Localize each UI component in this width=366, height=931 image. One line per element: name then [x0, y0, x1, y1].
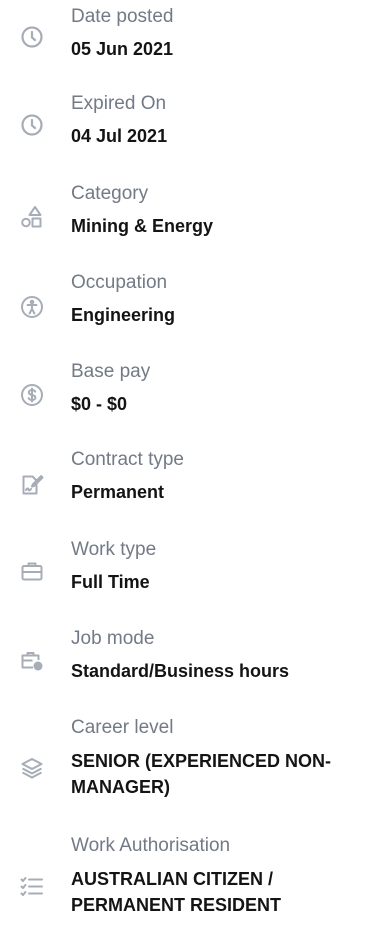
detail-label: Work type	[71, 539, 157, 560]
detail-expired-on: Expired On 04 Jul 2021	[0, 92, 366, 172]
dollar-coin-icon	[20, 383, 44, 407]
detail-base-pay: Base pay $0 - $0	[0, 360, 366, 440]
detail-label: Job mode	[71, 628, 155, 649]
detail-label: Work Authorisation	[71, 835, 231, 856]
briefcase-clock-icon	[20, 648, 44, 672]
contract-signature-icon	[20, 473, 44, 497]
job-details-list: Date posted 05 Jun 2021 Expired On 04 Ju…	[0, 0, 366, 931]
detail-work-type: Work type Full Time	[0, 538, 366, 618]
checklist-icon	[20, 875, 44, 899]
detail-value: AUSTRALIAN CITIZEN / PERMANENT RESIDENT	[71, 869, 282, 915]
detail-occupation: Occupation Engineering	[0, 271, 366, 351]
clock-icon	[20, 25, 44, 49]
briefcase-icon	[20, 559, 44, 583]
detail-work-authorisation: Work Authorisation AUSTRALIAN CITIZEN / …	[0, 834, 366, 915]
detail-category: Category Mining & Energy	[0, 182, 366, 262]
clock-icon	[20, 113, 44, 137]
accessibility-person-icon	[20, 295, 44, 319]
detail-value: SENIOR (EXPERIENCED NON-MANAGER)	[71, 751, 332, 797]
detail-label: Base pay	[71, 361, 151, 382]
detail-value: 05 Jun 2021	[71, 39, 174, 59]
detail-value: Standard/Business hours	[71, 661, 290, 681]
detail-value: Mining & Energy	[71, 216, 214, 236]
detail-job-mode: Job mode Standard/Business hours	[0, 627, 366, 707]
detail-value: 04 Jul 2021	[71, 126, 168, 146]
detail-contract-type: Contract type Permanent	[0, 448, 366, 528]
detail-label: Expired On	[71, 93, 167, 114]
detail-value: $0 - $0	[71, 394, 128, 414]
detail-value: Full Time	[71, 572, 150, 592]
detail-career-level: Career level SENIOR (EXPERIENCED NON-MAN…	[0, 716, 366, 797]
detail-label: Career level	[71, 717, 174, 738]
detail-value: Engineering	[71, 305, 176, 325]
detail-label: Occupation	[71, 272, 168, 293]
layers-icon	[20, 756, 44, 780]
detail-value: Permanent	[71, 482, 165, 502]
detail-label: Date posted	[71, 6, 174, 27]
category-shapes-icon	[20, 205, 44, 229]
detail-date-posted: Date posted 05 Jun 2021	[0, 5, 366, 85]
detail-label: Contract type	[71, 449, 184, 470]
detail-label: Category	[71, 183, 149, 204]
